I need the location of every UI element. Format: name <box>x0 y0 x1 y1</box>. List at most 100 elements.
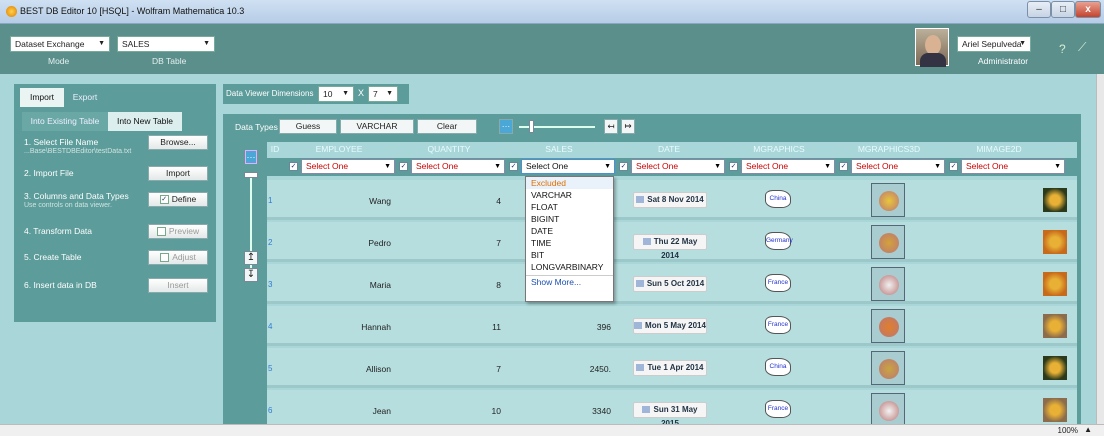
avatar <box>915 28 949 67</box>
cell-date-button[interactable]: Tue 1 Apr 2014 <box>633 360 707 376</box>
cell-date-button[interactable]: Mon 5 May 2014 <box>633 318 707 334</box>
quantity-type-select[interactable]: Select One ▼ <box>411 159 505 174</box>
clear-button[interactable]: Clear <box>417 119 477 134</box>
rows-select[interactable]: 10 ▼ <box>318 86 354 102</box>
dropdown-item-bigint[interactable]: BIGINT <box>526 213 613 225</box>
cell-quantity: 4 <box>496 196 501 206</box>
insert-button[interactable]: Insert <box>148 278 208 293</box>
dropdown-item-bit[interactable]: BIT <box>526 249 613 261</box>
dropdown-item-excluded[interactable]: Excluded <box>526 177 613 189</box>
scroll-up-button[interactable]: ↥ <box>244 251 258 265</box>
help-icon[interactable]: ? <box>1059 42 1066 56</box>
row-slider-thumb[interactable] <box>244 172 258 178</box>
mode-select[interactable]: Dataset Exchange ▼ <box>10 36 110 52</box>
chevron-down-icon: ▼ <box>98 40 105 47</box>
shift-right-button[interactable]: ↦ <box>621 119 635 134</box>
data-table: ID EMPLOYEE QUANTITY SALES DATE MGRAPHIC… <box>267 142 1077 430</box>
minimize-button[interactable]: – <box>1027 1 1051 18</box>
chevron-down-icon: ▼ <box>384 163 391 170</box>
image-thumbnail <box>1043 314 1067 338</box>
sales-include-checkbox[interactable]: ✓ <box>509 162 518 171</box>
cell-date-button[interactable]: Sun 31 May 2015 <box>633 402 707 428</box>
employee-type-select[interactable]: Select One ▼ <box>301 159 395 174</box>
country-map-graphic: China <box>765 190 791 208</box>
column-header-quantity: QUANTITY <box>427 144 471 154</box>
country-map-graphic: Germany <box>765 232 793 250</box>
browse-button[interactable]: Browse... <box>148 135 208 150</box>
chevron-down-icon: ▼ <box>386 90 393 97</box>
dropdown-item-float[interactable]: FLOAT <box>526 201 613 213</box>
import-button[interactable]: Import <box>148 166 208 181</box>
preview-checkbox[interactable] <box>156 227 166 237</box>
cols-select[interactable]: 7 ▼ <box>368 86 398 102</box>
define-button[interactable]: ✓ Define <box>148 192 208 207</box>
cell-date-button[interactable]: Thu 22 May 2014 <box>633 234 707 260</box>
country-map-graphic: France <box>765 400 791 418</box>
mgraphics3d-include-checkbox[interactable]: ✓ <box>839 162 848 171</box>
row-id[interactable]: 2 <box>268 238 278 247</box>
times-label: X <box>358 88 365 98</box>
db-table-select[interactable]: SALES ▼ <box>117 36 215 52</box>
adjust-button[interactable]: Adjust <box>148 250 208 265</box>
close-button[interactable]: x <box>1075 1 1101 18</box>
mgraphics3d-type-select[interactable]: Select One ▼ <box>851 159 945 174</box>
row-id[interactable]: 6 <box>268 406 278 415</box>
row-id[interactable]: 4 <box>268 322 278 331</box>
user-select[interactable]: Ariel Sepulveda ▼ <box>957 36 1031 52</box>
app-icon <box>6 6 17 17</box>
preview-button[interactable]: Preview <box>148 224 208 239</box>
varchar-button[interactable]: VARCHAR <box>340 119 414 134</box>
column-header-date: DATE <box>657 144 681 154</box>
row-id[interactable]: 1 <box>268 196 278 205</box>
scroll-down-button[interactable]: ↧ <box>244 268 258 282</box>
guess-button[interactable]: Guess <box>279 119 337 134</box>
adjust-checkbox[interactable] <box>160 253 170 263</box>
tab-export[interactable]: Export <box>64 88 106 107</box>
row-id[interactable]: 5 <box>268 364 278 373</box>
wand-icon[interactable]: ⟋ <box>1078 40 1086 55</box>
zoom-up-icon[interactable]: ▲ <box>1084 425 1092 434</box>
define-checkbox[interactable]: ✓ <box>159 195 169 205</box>
chevron-down-icon: ▼ <box>934 163 941 170</box>
maximize-button[interactable]: □ <box>1051 1 1075 18</box>
cell-date-button[interactable]: Sun 5 Oct 2014 <box>633 276 707 292</box>
mgraphics-include-checkbox[interactable]: ✓ <box>729 162 738 171</box>
tab-into-existing-table[interactable]: Into Existing Table <box>22 112 108 131</box>
date-include-checkbox[interactable]: ✓ <box>619 162 628 171</box>
cell-employee: Allison <box>365 364 391 374</box>
employee-include-checkbox[interactable]: ✓ <box>289 162 298 171</box>
more-options-button[interactable]: ··· <box>499 119 513 134</box>
dropdown-item-time[interactable]: TIME <box>526 237 613 249</box>
dropdown-item-date[interactable]: DATE <box>526 225 613 237</box>
cell-date: Tue 1 Apr 2014 <box>647 363 704 372</box>
vertical-scrollbar[interactable] <box>1096 74 1104 424</box>
mgraphics-type-select[interactable]: Select One ▼ <box>741 159 835 174</box>
tab-into-new-table[interactable]: Into New Table <box>108 112 182 131</box>
cell-date-button[interactable]: Sat 8 Nov 2014 <box>633 192 707 208</box>
step-create-table: 5. Create Table <box>24 252 82 262</box>
shift-left-button[interactable]: ↤ <box>604 119 618 134</box>
tab-import[interactable]: Import <box>20 88 64 107</box>
date-type-select[interactable]: Select One ▼ <box>631 159 725 174</box>
mimage2d-type-select[interactable]: Select One ▼ <box>961 159 1065 174</box>
zoom-slider-thumb[interactable] <box>529 120 534 133</box>
user-role: Administrator <box>978 56 1029 66</box>
data-viewer-dimensions: Data Viewer Dimensions 10 ▼ X 7 ▼ <box>223 84 409 104</box>
column-header-id: ID <box>270 144 280 154</box>
import-steps: Into Existing Table Into New Table 1. Se… <box>18 108 212 320</box>
cols-value: 7 <box>373 89 378 99</box>
data-types-label: Data Types <box>235 122 278 132</box>
data-grid-panel: Data Types Guess VARCHAR Clear ··· ↤ ↦ ·… <box>223 114 1081 430</box>
dropdown-item-varchar[interactable]: VARCHAR <box>526 189 613 201</box>
cell-employee: Pedro <box>368 238 391 248</box>
dropdown-item-longvarbinary[interactable]: LONGVARBINARY <box>526 261 613 273</box>
mimage2d-include-checkbox[interactable]: ✓ <box>949 162 958 171</box>
cell-employee: Wang <box>369 196 391 206</box>
sales-type-value: Select One <box>526 161 569 171</box>
quantity-include-checkbox[interactable]: ✓ <box>399 162 408 171</box>
country-map-graphic: France <box>765 316 791 334</box>
row-id[interactable]: 3 <box>268 280 278 289</box>
dropdown-show-more[interactable]: Show More... <box>526 275 613 287</box>
row-options-button[interactable]: ··· <box>245 150 257 164</box>
sales-type-select[interactable]: Select One ▼ <box>521 159 615 174</box>
